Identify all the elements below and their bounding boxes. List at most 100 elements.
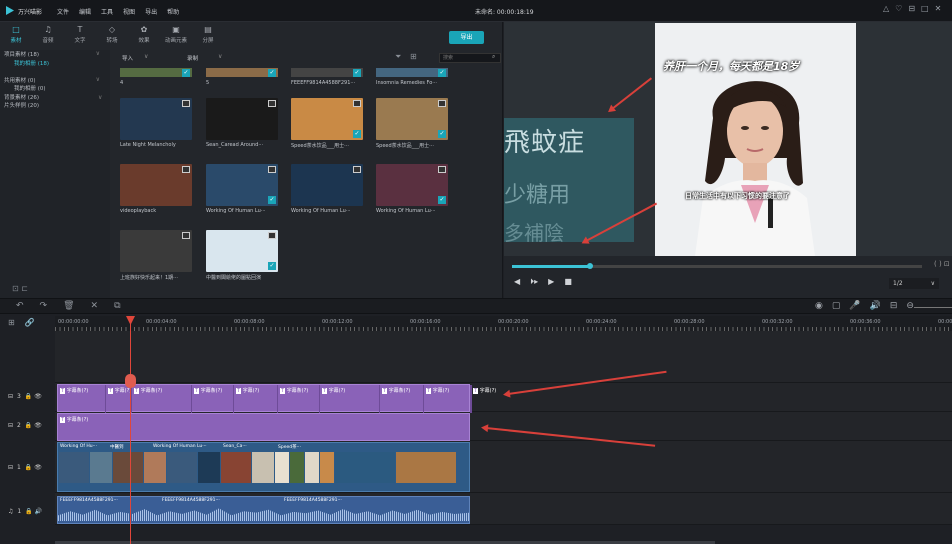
add-track-icon[interactable]: ⊞ bbox=[8, 318, 15, 327]
chevron-down-icon[interactable]: ∨ bbox=[98, 94, 102, 101]
window-control-icon[interactable]: □ bbox=[921, 4, 929, 13]
track-lock-visibility-icons[interactable]: 🔒 👁 bbox=[25, 464, 42, 471]
menu-item[interactable]: 帮助 bbox=[167, 7, 179, 16]
add-folder-icon[interactable]: ⊡ bbox=[12, 284, 19, 293]
cut-icon[interactable]: ✕ bbox=[91, 301, 99, 311]
folder-item[interactable]: 背景素材 (26) bbox=[0, 93, 110, 102]
chevron-down-icon[interactable]: ∨ bbox=[218, 53, 222, 60]
menu-item[interactable]: 导出 bbox=[145, 7, 157, 16]
voice-icon[interactable]: 🔊 bbox=[870, 301, 881, 311]
import-dropdown[interactable]: 导入 bbox=[122, 54, 133, 62]
text-clip[interactable]: T 字幕(?) bbox=[320, 385, 380, 413]
audio-clip[interactable]: FEEEFF9814A4588F291··· FEEEFF9814A4588F29… bbox=[57, 496, 470, 524]
copy-icon[interactable]: ⧉ bbox=[114, 301, 120, 311]
text-clip[interactable]: T 字幕(?) bbox=[471, 385, 496, 413]
tab-5[interactable]: ▣ 动画元素 bbox=[160, 22, 192, 48]
record-dropdown[interactable]: 录制 bbox=[187, 54, 198, 62]
text-clip[interactable]: T 字幕条(?) bbox=[278, 385, 320, 413]
video-thumb bbox=[221, 452, 251, 483]
export-button[interactable]: 导出 bbox=[449, 31, 484, 44]
delete-folder-icon[interactable]: ⊏ bbox=[21, 284, 28, 293]
text-clip[interactable]: T 字幕条(?) bbox=[192, 385, 234, 413]
media-item[interactable]: 上班族好快乐起来！1期··· bbox=[120, 230, 192, 282]
stop-icon[interactable]: ■ bbox=[564, 277, 572, 287]
media-thumb-partial[interactable]: ✓ bbox=[376, 68, 448, 77]
folder-item[interactable]: 我的相册 (18) bbox=[0, 59, 110, 68]
track-lock-visibility-icons[interactable]: 🔒 👁 bbox=[25, 393, 42, 400]
split-screen-icon[interactable]: ⊟ bbox=[890, 301, 898, 311]
media-item[interactable]: ✓ 中醫到閣絵佬的圖點回演 bbox=[206, 230, 278, 282]
link-icon[interactable]: 🔗 bbox=[25, 318, 35, 327]
menu-item[interactable]: 视图 bbox=[123, 7, 135, 16]
menu-item[interactable]: 文件 bbox=[57, 7, 69, 16]
delete-icon[interactable]: 🗑 bbox=[63, 301, 74, 311]
playhead-knob[interactable] bbox=[125, 374, 136, 388]
track-lock-audio-icons[interactable]: 🔒 🔊 bbox=[25, 508, 42, 515]
menu-item[interactable]: 编辑 bbox=[79, 7, 91, 16]
mic-icon[interactable]: 🎤 bbox=[849, 301, 860, 311]
preview-extra-icons[interactable]: ( ) ⊡ bbox=[934, 260, 950, 268]
tab-6[interactable]: ▤ 分屏 bbox=[192, 22, 224, 48]
folder-item[interactable]: 项目素材 (18) ∨ bbox=[0, 50, 110, 59]
media-item[interactable]: ✓ Working Of Human Lu··· bbox=[376, 164, 448, 216]
window-control-icon[interactable]: ♡ bbox=[895, 4, 902, 13]
text-clip[interactable]: T 字幕条(?) bbox=[57, 413, 470, 441]
text-clip[interactable]: T 字幕(?) bbox=[106, 385, 132, 413]
media-thumb-partial[interactable]: ✓ bbox=[206, 68, 278, 77]
text-clip[interactable]: T 字幕(?) bbox=[234, 385, 278, 413]
play-icon[interactable]: ▶ bbox=[548, 277, 554, 287]
tab-0[interactable]: □ 素材 bbox=[0, 22, 32, 48]
play-pause-icon[interactable]: ⏵▸ bbox=[530, 277, 538, 287]
text-clip[interactable]: T 字幕(?) bbox=[424, 385, 471, 413]
text-clip-group[interactable]: T 字幕条(?) T 字幕(?) T 字幕条(?) T 字幕条(?) T 字幕(?) T … bbox=[57, 384, 496, 413]
media-item[interactable]: Late Night Melancholy bbox=[120, 98, 192, 150]
menu-item[interactable]: 工具 bbox=[101, 7, 113, 16]
undo-icon[interactable]: ↶ bbox=[16, 301, 24, 311]
preview-canvas[interactable]: 飛蚊症 少糖用 多補陰 养肝一个月，每天都是18岁 日常生活中有以下习惯的要注意… bbox=[504, 22, 952, 256]
text-clip[interactable]: T 字幕条(?) bbox=[132, 385, 192, 413]
media-thumb-partial[interactable]: ✓ bbox=[291, 68, 363, 77]
zoom-slider[interactable] bbox=[914, 307, 952, 308]
text-clip-label: T 字幕(?) bbox=[322, 387, 345, 394]
chevron-down-icon[interactable]: ∨ bbox=[96, 76, 100, 83]
grid-view-icon[interactable]: ⊞ bbox=[410, 52, 417, 61]
prev-frame-icon[interactable]: ◀ bbox=[514, 277, 520, 287]
window-control-icon[interactable]: ⊟ bbox=[908, 4, 915, 13]
window-control-icon[interactable]: ✕ bbox=[935, 4, 942, 13]
media-item[interactable]: ✓ Working Of Human Lu··· bbox=[206, 164, 278, 216]
media-thumb-partial[interactable]: ✓ bbox=[120, 68, 192, 77]
time-ruler[interactable]: 00:00:00:00 00:00:04:00 00:00:08:00 00:00:1… bbox=[55, 316, 952, 331]
tab-2[interactable]: T 文字 bbox=[64, 22, 96, 48]
media-item[interactable]: videoplayback bbox=[120, 164, 192, 216]
folder-item[interactable]: 片头样例 (20) bbox=[0, 101, 110, 110]
window-control-icon[interactable]: △ bbox=[883, 4, 889, 13]
chevron-down-icon[interactable]: ∨ bbox=[96, 50, 100, 57]
folder-item[interactable]: 共用素材 (0) ∨ bbox=[0, 76, 110, 85]
chevron-down-icon[interactable]: ∨ bbox=[144, 53, 148, 60]
tab-3[interactable]: ◇ 转场 bbox=[96, 22, 128, 48]
media-item[interactable]: Sean_Caread Around··· bbox=[206, 98, 278, 150]
text-clip[interactable]: T 字幕条(?) bbox=[380, 385, 424, 413]
filter-icon[interactable]: ⏷ bbox=[395, 52, 401, 62]
video-clip-group[interactable]: Working Of Hu··· 中醫到 Working Of Human Lu··… bbox=[57, 442, 470, 492]
scrubber-knob[interactable] bbox=[586, 263, 593, 269]
render-icon[interactable]: ◉ bbox=[815, 301, 823, 311]
text-clip[interactable]: T 字幕条(?) bbox=[58, 385, 106, 413]
quality-select[interactable]: 1/2 ∨ bbox=[889, 278, 939, 289]
folder-item[interactable]: 我的相册 (0) bbox=[0, 84, 110, 93]
check-icon: ✓ bbox=[438, 130, 446, 138]
text-clip-label: T 字幕条(?) bbox=[134, 387, 162, 394]
marker-icon[interactable]: ▢ bbox=[832, 301, 841, 311]
folder-item[interactable] bbox=[0, 67, 110, 76]
media-label: FEEEFF9814A4588F291··· bbox=[291, 80, 356, 86]
zoom-out-icon[interactable]: ⊖ bbox=[906, 301, 914, 311]
redo-icon[interactable]: ↷ bbox=[40, 301, 48, 311]
folder-label: 项目素材 (18) bbox=[4, 52, 40, 58]
media-item[interactable]: ✓ Speed茶水饮品___用士··· bbox=[291, 98, 363, 150]
media-item[interactable]: Working Of Human Lu··· bbox=[291, 164, 363, 216]
text-clip-label: T 字幕条(?) bbox=[60, 387, 88, 394]
tab-4[interactable]: ✿ 效果 bbox=[128, 22, 160, 48]
media-item[interactable]: ✓ Speed茶水饮品___用士··· bbox=[376, 98, 448, 150]
tab-1[interactable]: ♫ 音频 bbox=[32, 22, 64, 48]
track-lock-visibility-icons[interactable]: 🔒 👁 bbox=[25, 422, 42, 429]
